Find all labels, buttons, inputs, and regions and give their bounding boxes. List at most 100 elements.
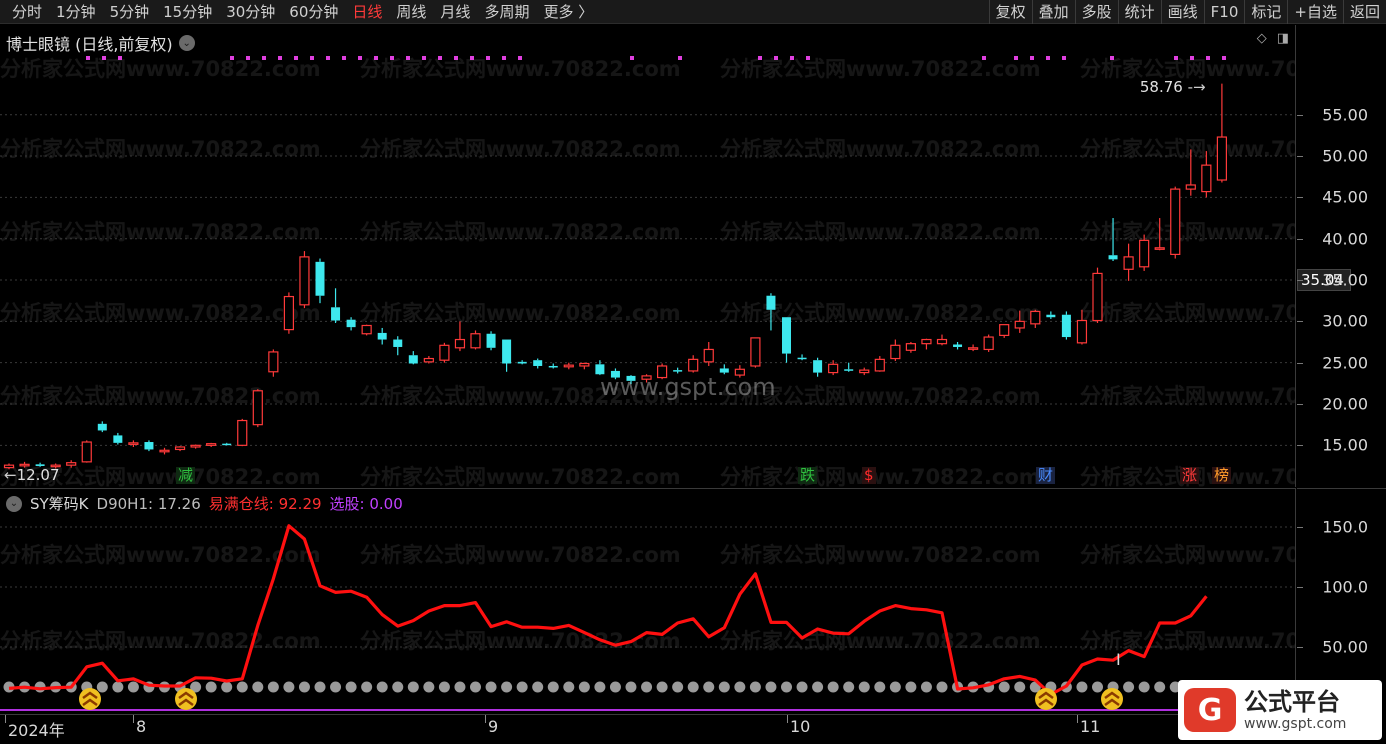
chip-dot xyxy=(1154,681,1166,693)
signal-dot xyxy=(326,56,330,60)
chevron-up-icon xyxy=(1035,688,1057,710)
event-tag[interactable]: 跌 xyxy=(798,467,818,484)
signal-dot xyxy=(758,56,762,60)
period-tab-10[interactable]: 更多 〉 xyxy=(537,0,601,24)
window-toggle-icon[interactable]: ◨ xyxy=(1277,31,1289,46)
event-tag[interactable]: $ xyxy=(862,467,876,484)
period-tab-0[interactable]: 分时 xyxy=(6,0,50,24)
tool-button-1[interactable]: 叠加 xyxy=(1031,0,1075,24)
candle xyxy=(268,349,279,377)
candle xyxy=(470,330,481,350)
period-tab-3[interactable]: 15分钟 xyxy=(157,0,220,24)
price-tick xyxy=(1297,321,1303,323)
candle xyxy=(486,331,496,351)
event-tag[interactable]: 财 xyxy=(1036,467,1056,484)
period-tab-4[interactable]: 30分钟 xyxy=(220,0,283,24)
candle xyxy=(81,440,92,463)
chip-dot xyxy=(594,681,606,693)
event-tag[interactable]: 榜 xyxy=(1212,467,1232,484)
price-chart-panel[interactable]: 分析家公式网www.70822.com 分析家公式网www.70822.com 分析… xyxy=(0,25,1296,487)
tool-button-3[interactable]: 统计 xyxy=(1117,0,1161,24)
price-tick-label: 30.00 xyxy=(1322,311,1368,331)
chip-dot xyxy=(423,681,435,693)
candle xyxy=(844,362,854,372)
chevron-up-icon xyxy=(1101,688,1123,710)
chip-dot xyxy=(407,681,419,693)
date-label: 10 xyxy=(790,717,811,736)
signal-dot xyxy=(390,56,394,60)
tool-button-6[interactable]: 标记 xyxy=(1244,0,1287,24)
candle xyxy=(1046,311,1056,319)
tool-button-4[interactable]: 画线 xyxy=(1160,0,1204,24)
period-tab-7[interactable]: 周线 xyxy=(390,0,434,24)
tool-button-2[interactable]: 多股 xyxy=(1074,0,1118,24)
panel-icons: ◇ ◨ xyxy=(1257,31,1289,46)
candle xyxy=(97,421,107,433)
indicator-tick-label: 100.0 xyxy=(1322,577,1368,597)
event-tag[interactable]: 减 xyxy=(176,467,196,484)
signal-dot xyxy=(342,56,346,60)
tool-button-0[interactable]: 复权 xyxy=(988,0,1032,24)
period-tab-2[interactable]: 5分钟 xyxy=(104,0,158,24)
signal-dot xyxy=(246,56,250,60)
signal-dot xyxy=(406,56,410,60)
chip-dot xyxy=(734,681,746,693)
tool-button-7[interactable]: +自选 xyxy=(1287,0,1343,24)
candle xyxy=(548,363,558,369)
indicator-tick-label: 150.0 xyxy=(1322,517,1368,537)
xg-value: 选股: 0.00 xyxy=(329,495,403,513)
signal-dot xyxy=(374,56,378,60)
indicator-tick-label: 50.00 xyxy=(1322,637,1368,657)
candle xyxy=(331,288,341,324)
chip-dot xyxy=(656,681,668,693)
candle xyxy=(874,356,885,372)
indicator-tick xyxy=(1297,647,1303,648)
indicator-dropdown-icon[interactable]: ⌄ xyxy=(6,495,22,512)
chip-dot xyxy=(1123,681,1135,693)
period-tab-1[interactable]: 1分钟 xyxy=(50,0,104,24)
date-tick xyxy=(1077,715,1078,723)
price-tick xyxy=(1297,238,1303,240)
tool-button-8[interactable]: 返回 xyxy=(1342,0,1386,24)
candle xyxy=(361,324,372,336)
indicator-tick xyxy=(1297,527,1303,528)
text-cursor-icon: I xyxy=(1116,650,1121,669)
candle xyxy=(983,334,994,352)
chip-dot xyxy=(609,681,621,693)
signal-dot xyxy=(806,56,810,60)
signal-dot xyxy=(1014,56,1018,60)
signal-dot xyxy=(790,56,794,60)
candle xyxy=(936,334,948,346)
chip-dot xyxy=(532,681,544,693)
chip-dot xyxy=(1138,681,1150,693)
yi-value: 易满仓线: 92.29 xyxy=(208,495,322,513)
candle xyxy=(190,444,201,449)
tool-button-5[interactable]: F10 xyxy=(1203,0,1245,24)
chip-dot xyxy=(874,681,886,693)
period-tab-6[interactable]: 日线 xyxy=(346,0,390,24)
candlestick-chart xyxy=(0,56,1295,470)
candle xyxy=(1185,149,1196,196)
period-tab-9[interactable]: 多周期 xyxy=(478,0,537,24)
gspt-logo-icon: G xyxy=(1184,688,1236,732)
candle xyxy=(393,336,403,356)
chevron-up-icon xyxy=(79,688,101,710)
period-tab-8[interactable]: 月线 xyxy=(434,0,478,24)
diamond-icon[interactable]: ◇ xyxy=(1257,31,1267,46)
badge-title: 公式平台 xyxy=(1244,688,1340,716)
period-tab-5[interactable]: 60分钟 xyxy=(283,0,346,24)
candle xyxy=(859,367,870,376)
candle xyxy=(953,342,963,350)
chip-dot xyxy=(1092,681,1103,693)
candle xyxy=(377,327,387,345)
chip-dot xyxy=(298,681,310,693)
candle xyxy=(206,442,217,447)
price-tick xyxy=(1297,445,1303,447)
title-dropdown-icon[interactable]: ⌄ xyxy=(178,35,195,51)
candle xyxy=(439,342,450,363)
event-tag[interactable]: 涨 xyxy=(1180,467,1200,484)
signal-dot xyxy=(1206,56,1210,60)
indicator-panel[interactable]: 分析家公式网www.70822.com 分析家公式网www.70822.com 分析… xyxy=(0,488,1296,714)
indicator-tick xyxy=(1297,587,1303,588)
candle xyxy=(299,251,310,309)
